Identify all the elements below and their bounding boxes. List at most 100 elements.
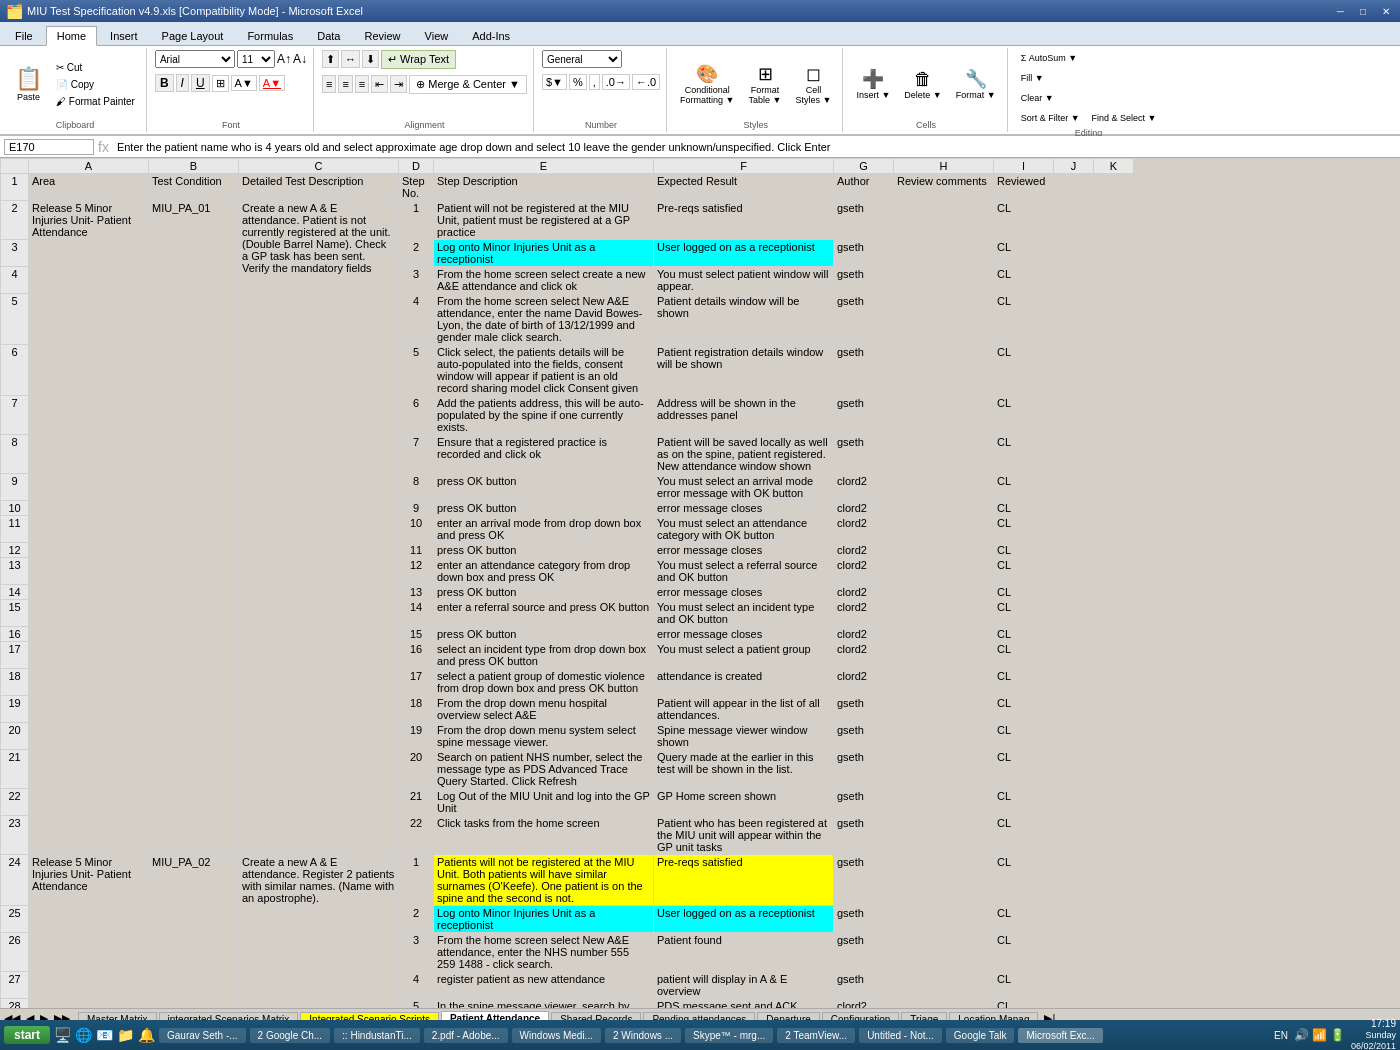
cell-J24[interactable] [1054,855,1094,906]
cell-K11[interactable] [1094,516,1134,543]
cell-E23[interactable]: Click tasks from the home screen [434,816,654,855]
cell-I21[interactable]: CL [994,750,1054,789]
cell-J9[interactable] [1054,474,1094,501]
cell-J19[interactable] [1054,696,1094,723]
cell-K16[interactable] [1094,627,1134,642]
cell-J5[interactable] [1054,294,1094,345]
row-num-6[interactable]: 6 [1,345,29,396]
taskbar-item-pdf[interactable]: 2.pdf - Adobe... [424,1028,508,1043]
format-as-table-button[interactable]: ⊞ FormatTable ▼ [744,60,787,108]
row-num-15[interactable]: 15 [1,600,29,627]
cell-F17[interactable]: You must select a patient group [654,642,834,669]
row-num-18[interactable]: 18 [1,669,29,696]
cell-J10[interactable] [1054,501,1094,516]
cell-D7[interactable]: 6 [399,396,434,435]
cell-J11[interactable] [1054,516,1094,543]
cell-E12[interactable]: press OK button [434,543,654,558]
cell-G7[interactable]: gseth [834,396,894,435]
sort-filter-button[interactable]: Sort & Filter ▼ [1016,110,1085,126]
cell-J15[interactable] [1054,600,1094,627]
cell-E25[interactable]: Log onto Minor Injuries Unit as a recept… [434,906,654,933]
tab-view[interactable]: View [414,26,460,45]
cell-K15[interactable] [1094,600,1134,627]
cell-G3[interactable]: gseth [834,240,894,267]
cell-G14[interactable]: clord2 [834,585,894,600]
cell-H8[interactable] [894,435,994,474]
taskbar-item-windows[interactable]: 2 Windows ... [605,1028,681,1043]
cell-J18[interactable] [1054,669,1094,696]
cell-E5[interactable]: From the home screen select New A&E atte… [434,294,654,345]
taskbar-item-excel[interactable]: Microsoft Exc... [1018,1028,1102,1043]
cell-I3[interactable]: CL [994,240,1054,267]
format-button[interactable]: 🔧 Format ▼ [951,65,1001,103]
cell-E10[interactable]: press OK button [434,501,654,516]
cell-K18[interactable] [1094,669,1134,696]
cell-G21[interactable]: gseth [834,750,894,789]
cell-E27[interactable]: register patient as new attendance [434,972,654,999]
cell-A2[interactable]: Release 5 Minor Injuries Unit- Patient A… [29,201,149,855]
cell-I12[interactable]: CL [994,543,1054,558]
cell-K14[interactable] [1094,585,1134,600]
row-num-26[interactable]: 26 [1,933,29,972]
row-num-13[interactable]: 13 [1,558,29,585]
cell-J2[interactable] [1054,201,1094,240]
cell-F12[interactable]: error message closes [654,543,834,558]
cell-G24[interactable]: gseth [834,855,894,906]
cell-H10[interactable] [894,501,994,516]
cell-I11[interactable]: CL [994,516,1054,543]
cell-B24[interactable]: MIU_PA_02 [149,855,239,1009]
cell-K12[interactable] [1094,543,1134,558]
col-header-A[interactable]: A [29,159,149,174]
increase-indent-button[interactable]: ⇥ [390,75,407,93]
row-num-24[interactable]: 24 [1,855,29,906]
cell-E8[interactable]: Ensure that a registered practice is rec… [434,435,654,474]
row-num-4[interactable]: 4 [1,267,29,294]
cell-G17[interactable]: clord2 [834,642,894,669]
cell-I20[interactable]: CL [994,723,1054,750]
cell-E7[interactable]: Add the patients address, this will be a… [434,396,654,435]
cell-F15[interactable]: You must select an incident type and OK … [654,600,834,627]
cell-D17[interactable]: 16 [399,642,434,669]
cell-F1[interactable]: Expected Result [654,174,834,201]
cell-D27[interactable]: 4 [399,972,434,999]
cell-D5[interactable]: 4 [399,294,434,345]
cell-G15[interactable]: clord2 [834,600,894,627]
cell-G20[interactable]: gseth [834,723,894,750]
cell-E4[interactable]: From the home screen select create a new… [434,267,654,294]
number-format-select[interactable]: General [542,50,622,68]
cell-I13[interactable]: CL [994,558,1054,585]
cell-I18[interactable]: CL [994,669,1054,696]
font-grow-icon[interactable]: A↑ [277,52,291,66]
align-center-button[interactable]: ≡ [338,75,352,93]
cell-D2[interactable]: 1 [399,201,434,240]
cell-F21[interactable]: Query made at the earlier in this test w… [654,750,834,789]
cell-F27[interactable]: patient will display in A & E overview [654,972,834,999]
cell-G18[interactable]: clord2 [834,669,894,696]
cell-H25[interactable] [894,906,994,933]
decrease-indent-button[interactable]: ⇤ [371,75,388,93]
cell-J28[interactable] [1054,999,1094,1009]
cell-K25[interactable] [1094,906,1134,933]
cell-I22[interactable]: CL [994,789,1054,816]
cell-I6[interactable]: CL [994,345,1054,396]
comma-button[interactable]: , [589,74,600,90]
cell-K27[interactable] [1094,972,1134,999]
cell-I8[interactable]: CL [994,435,1054,474]
row-num-7[interactable]: 7 [1,396,29,435]
cell-E21[interactable]: Search on patient NHS number, select the… [434,750,654,789]
cell-F23[interactable]: Patient who has been registered at the M… [654,816,834,855]
tab-file[interactable]: File [4,26,44,45]
increase-decimal-button[interactable]: ←.0 [632,74,660,90]
cell-D8[interactable]: 7 [399,435,434,474]
cell-I2[interactable]: CL [994,201,1054,240]
cell-F7[interactable]: Address will be shown in the addresses p… [654,396,834,435]
cell-F4[interactable]: You must select patient window will appe… [654,267,834,294]
taskbar-item-notepad[interactable]: Untitled - Not... [859,1028,942,1043]
cell-G13[interactable]: clord2 [834,558,894,585]
cell-G25[interactable]: gseth [834,906,894,933]
col-header-B[interactable]: B [149,159,239,174]
cell-I4[interactable]: CL [994,267,1054,294]
cell-H6[interactable] [894,345,994,396]
formula-input[interactable] [113,140,1396,154]
cell-J7[interactable] [1054,396,1094,435]
